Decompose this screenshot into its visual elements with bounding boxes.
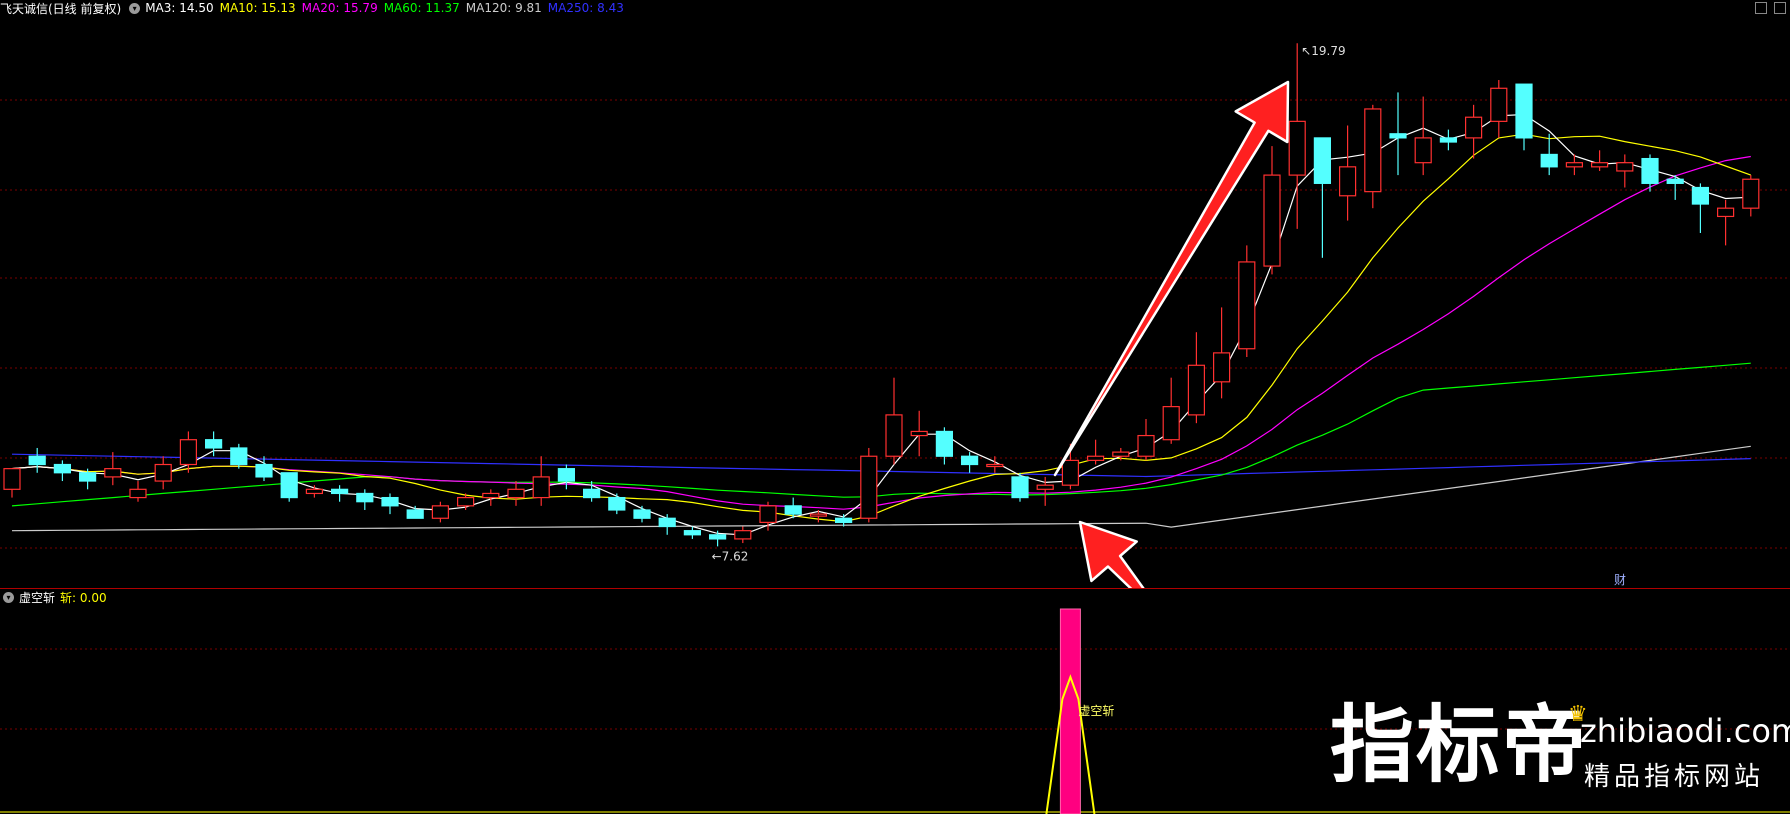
candle-body xyxy=(708,534,727,540)
candle-body xyxy=(1641,157,1659,184)
candle-body xyxy=(1338,166,1357,197)
candle-body xyxy=(331,488,349,495)
candle-body xyxy=(1238,261,1256,350)
candle-body xyxy=(658,517,676,528)
ma20-line xyxy=(11,155,1751,510)
candle-body xyxy=(1288,120,1306,176)
candle-body xyxy=(1011,476,1029,499)
candle-body xyxy=(608,496,626,511)
candle-body xyxy=(1364,108,1382,193)
candle-body xyxy=(406,509,424,519)
candle-body xyxy=(1112,451,1130,457)
candle-body xyxy=(280,472,298,499)
candle-body xyxy=(431,505,449,519)
candle-body xyxy=(1162,406,1180,441)
watermark-slogan: 精品指标网站 xyxy=(1584,762,1765,792)
candle-body xyxy=(1212,352,1231,383)
signal-arrow xyxy=(1078,520,1145,588)
candle-body xyxy=(759,505,777,523)
candle-body xyxy=(1540,153,1558,168)
candle-body xyxy=(3,468,21,490)
candle-body xyxy=(1389,133,1407,139)
candle-body xyxy=(381,496,399,507)
candle-body xyxy=(1036,484,1054,490)
candle-body xyxy=(28,455,46,466)
watermark-brand: 指标帝 xyxy=(1330,696,1589,794)
candle-body xyxy=(532,476,550,499)
candle-body xyxy=(1490,87,1508,122)
candle-body xyxy=(633,509,651,519)
candle-body xyxy=(205,439,223,449)
candle-body xyxy=(457,496,475,507)
candle-body xyxy=(1616,162,1634,172)
candle-body xyxy=(1414,137,1432,164)
watermark-domain: zhibiaodi.com xyxy=(1580,712,1790,750)
low-price-label: ←7.62 xyxy=(712,549,749,563)
candle-body xyxy=(1716,207,1735,218)
candle-body xyxy=(1086,455,1105,461)
ma60-line xyxy=(11,362,1751,507)
candle-body xyxy=(1565,162,1584,168)
candle-body xyxy=(1061,459,1080,486)
candle-body xyxy=(356,492,374,503)
candle-body xyxy=(935,430,954,457)
signal-label: 虚空斩 xyxy=(1078,704,1114,718)
candle-body xyxy=(78,472,97,482)
candle-body xyxy=(482,492,500,499)
candle-body xyxy=(1313,137,1332,184)
ma10-line xyxy=(11,133,1752,523)
high-price-label: ↖19.79 xyxy=(1301,44,1345,58)
candle-body xyxy=(986,463,1004,468)
candle-body xyxy=(1691,186,1710,205)
candle-body xyxy=(734,530,752,540)
candle-body xyxy=(557,468,576,482)
candle-body xyxy=(53,463,72,474)
finance-marker: 财 xyxy=(1614,573,1626,587)
candle-body xyxy=(1666,178,1684,184)
candle-body xyxy=(910,430,928,437)
candle-body xyxy=(154,463,172,482)
candle-body xyxy=(1464,116,1483,139)
candle-body xyxy=(1439,137,1458,143)
candle-body xyxy=(129,488,147,499)
candle-body xyxy=(1137,434,1155,457)
candle-body xyxy=(784,505,802,515)
candle-body xyxy=(582,488,601,499)
candle-body xyxy=(1515,83,1533,139)
signal-bar xyxy=(1059,608,1081,814)
candle-body xyxy=(960,455,979,466)
candle-body xyxy=(683,530,702,536)
candle-body xyxy=(809,513,828,517)
candle-body xyxy=(305,488,323,495)
candle-body xyxy=(860,455,878,519)
candle-body xyxy=(230,447,248,466)
price-chart[interactable]: ↖19.79 ←7.62 财 xyxy=(0,0,1790,588)
candle-body xyxy=(1187,364,1206,416)
candle-body xyxy=(1590,162,1609,168)
candle-body xyxy=(1263,174,1281,267)
candle-body xyxy=(1742,178,1760,209)
candle-body xyxy=(179,439,197,466)
candle-body xyxy=(885,414,903,457)
watermark: 指标帝 ♛ zhibiaodi.com 精品指标网站 xyxy=(1330,696,1790,800)
candle-body xyxy=(104,468,122,478)
candle-body xyxy=(834,517,853,523)
candle-body xyxy=(255,463,273,478)
candle-body xyxy=(507,488,525,499)
